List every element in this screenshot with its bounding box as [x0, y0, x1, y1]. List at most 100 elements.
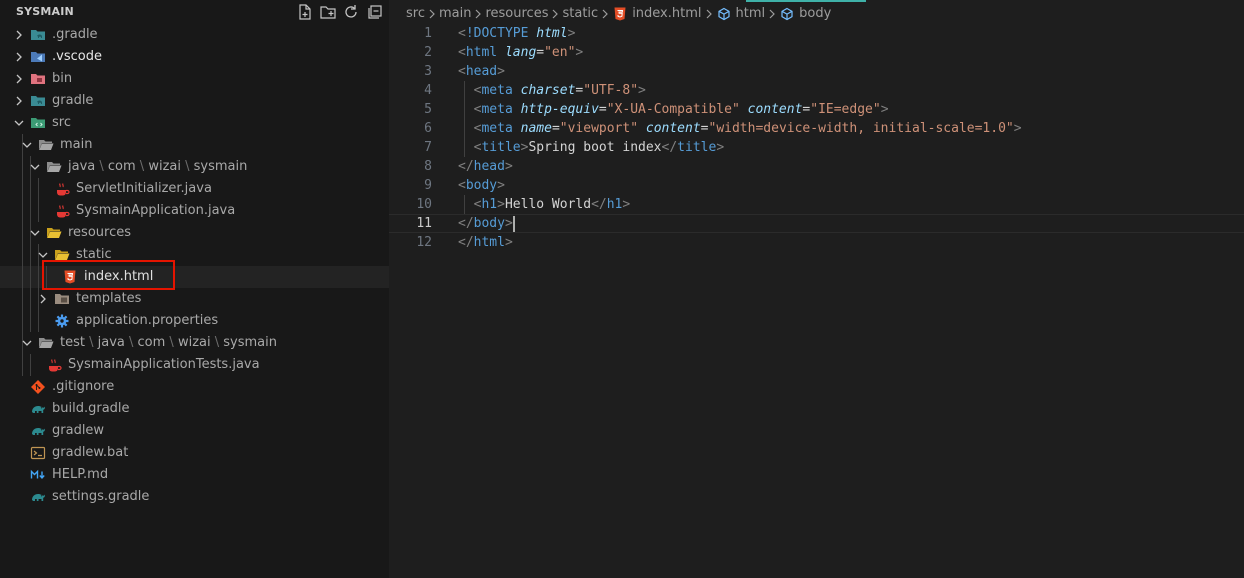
chevron-down-icon[interactable]: [12, 116, 26, 130]
tree-item-label: application.properties: [76, 313, 219, 328]
tree-file-row[interactable]: index.html: [0, 266, 389, 288]
tree-item-label: templates: [76, 291, 142, 306]
code-line[interactable]: 8 </head>: [389, 157, 1244, 176]
code-line[interactable]: 1 <!DOCTYPE html>: [389, 24, 1244, 43]
code-line[interactable]: 4 <meta charset="UTF-8">: [389, 81, 1244, 100]
tree-item-label: index.html: [84, 269, 154, 284]
collapse-all-icon[interactable]: [366, 3, 384, 21]
tree-item-label: resources: [68, 225, 132, 240]
folder-test-icon: [38, 335, 54, 351]
git-icon: [30, 379, 46, 395]
code-line[interactable]: 7 <title>Spring boot index</title>: [389, 138, 1244, 157]
tree-file-row[interactable]: SysmainApplicationTests.java: [0, 354, 389, 376]
chevron-right-icon[interactable]: [12, 72, 26, 86]
code-line[interactable]: 3 <head>: [389, 62, 1244, 81]
breadcrumb-item[interactable]: resources: [485, 4, 548, 24]
folder-gradle-icon: [30, 93, 46, 109]
code-token: content: [747, 102, 803, 117]
code-token: html: [465, 45, 505, 60]
chevron-down-icon[interactable]: [20, 138, 34, 152]
folder-resources-icon: [46, 225, 62, 241]
indent-guide: [30, 354, 31, 376]
tree-file-row[interactable]: HELP.md: [0, 464, 389, 486]
tree-file-row[interactable]: .gitignore: [0, 376, 389, 398]
code-token: >: [497, 197, 505, 212]
code-token: !DOCTYPE: [465, 26, 537, 41]
html-file-icon: [612, 4, 628, 24]
tree-folder-row[interactable]: .gradle: [0, 24, 389, 46]
tree-folder-row[interactable]: .vscode: [0, 46, 389, 68]
tree-item-label: .vscode: [52, 49, 102, 64]
code-line[interactable]: 9 <body>: [389, 176, 1244, 195]
line-number: 4: [424, 83, 432, 98]
tree-file-row[interactable]: build.gradle: [0, 398, 389, 420]
code-line[interactable]: 12 </html>: [389, 233, 1244, 252]
chevron-down-icon[interactable]: [20, 336, 34, 350]
chevron-right-icon[interactable]: [36, 292, 50, 306]
chevron-down-icon[interactable]: [36, 248, 50, 262]
code-token: >: [497, 64, 505, 79]
code-line[interactable]: 6 <meta name="viewport" content="width=d…: [389, 119, 1244, 138]
tree-folder-row[interactable]: gradle: [0, 90, 389, 112]
tree-folder-row[interactable]: bin: [0, 68, 389, 90]
tree-file-row[interactable]: gradlew.bat: [0, 442, 389, 464]
breadcrumb-item[interactable]: html: [736, 4, 766, 24]
explorer-panel: SYSMAIN .gradle .vscode bin gradle src main ja…: [0, 0, 389, 578]
code-content: <h1>Hello World</h1>: [458, 195, 631, 214]
tree-folder-row[interactable]: test \ java \ com \ wizai \ sysmain: [0, 332, 389, 354]
breadcrumb-item[interactable]: index.html: [632, 4, 701, 24]
tree-file-row[interactable]: gradlew: [0, 420, 389, 442]
indent-guide: [30, 178, 31, 200]
chevron-right-icon[interactable]: [12, 94, 26, 108]
tree-file-row[interactable]: settings.gradle: [0, 486, 389, 508]
tree-folder-row[interactable]: templates: [0, 288, 389, 310]
code-line[interactable]: 11 </body>: [389, 214, 1244, 233]
line-number: 9: [424, 178, 432, 193]
tree-folder-row[interactable]: src: [0, 112, 389, 134]
code-line[interactable]: 2 <html lang="en">: [389, 43, 1244, 62]
tree-file-row[interactable]: ServletInitializer.java: [0, 178, 389, 200]
tree-item-label: SysmainApplicationTests.java: [68, 357, 260, 372]
tree-folder-row[interactable]: java \ com \ wizai \ sysmain: [0, 156, 389, 178]
line-number: 6: [424, 121, 432, 136]
code-token: charset: [520, 83, 576, 98]
new-folder-icon[interactable]: [319, 3, 337, 21]
path-separator: \: [180, 159, 194, 174]
breadcrumb-item[interactable]: main: [439, 4, 471, 24]
tree-file-row[interactable]: SysmainApplication.java: [0, 200, 389, 222]
chevron-right-icon[interactable]: [12, 28, 26, 42]
code-token: meta: [481, 121, 521, 136]
folder-templates-icon: [54, 291, 70, 307]
chevron-down-icon[interactable]: [28, 160, 42, 174]
breadcrumb-item[interactable]: static: [562, 4, 598, 24]
code-token: >: [567, 26, 576, 41]
code-token: lang: [504, 45, 537, 60]
tree-file-row[interactable]: application.properties: [0, 310, 389, 332]
code-token: "en": [544, 45, 576, 60]
code-line[interactable]: 5 <meta http-equiv="X-UA-Compatible" con…: [389, 100, 1244, 119]
indent-guide: [22, 222, 23, 244]
tree-folder-row[interactable]: main: [0, 134, 389, 156]
gradle-icon: [30, 489, 46, 505]
code-line[interactable]: 10 <h1>Hello World</h1>: [389, 195, 1244, 214]
chevron-right-icon[interactable]: [12, 50, 26, 64]
refresh-icon[interactable]: [342, 3, 360, 21]
code-token: =: [551, 121, 560, 136]
tree-folder-row[interactable]: static: [0, 244, 389, 266]
code-content: </head>: [458, 157, 513, 176]
java-file-icon: [54, 181, 70, 197]
code-token: head: [465, 64, 498, 79]
text-cursor: [512, 215, 515, 232]
java-file-icon: [46, 357, 62, 373]
tree-folder-row[interactable]: resources: [0, 222, 389, 244]
folder-src-icon: [30, 115, 46, 131]
new-file-icon[interactable]: [296, 3, 314, 21]
line-number: 12: [416, 235, 432, 250]
tree-item-label: bin: [52, 71, 73, 86]
breadcrumb-item[interactable]: body: [799, 4, 831, 24]
chevron-down-icon[interactable]: [28, 226, 42, 240]
code-token: </: [591, 197, 607, 212]
breadcrumb-item[interactable]: src: [406, 4, 425, 24]
code-token: </: [458, 216, 474, 231]
code-token: =: [598, 102, 607, 117]
